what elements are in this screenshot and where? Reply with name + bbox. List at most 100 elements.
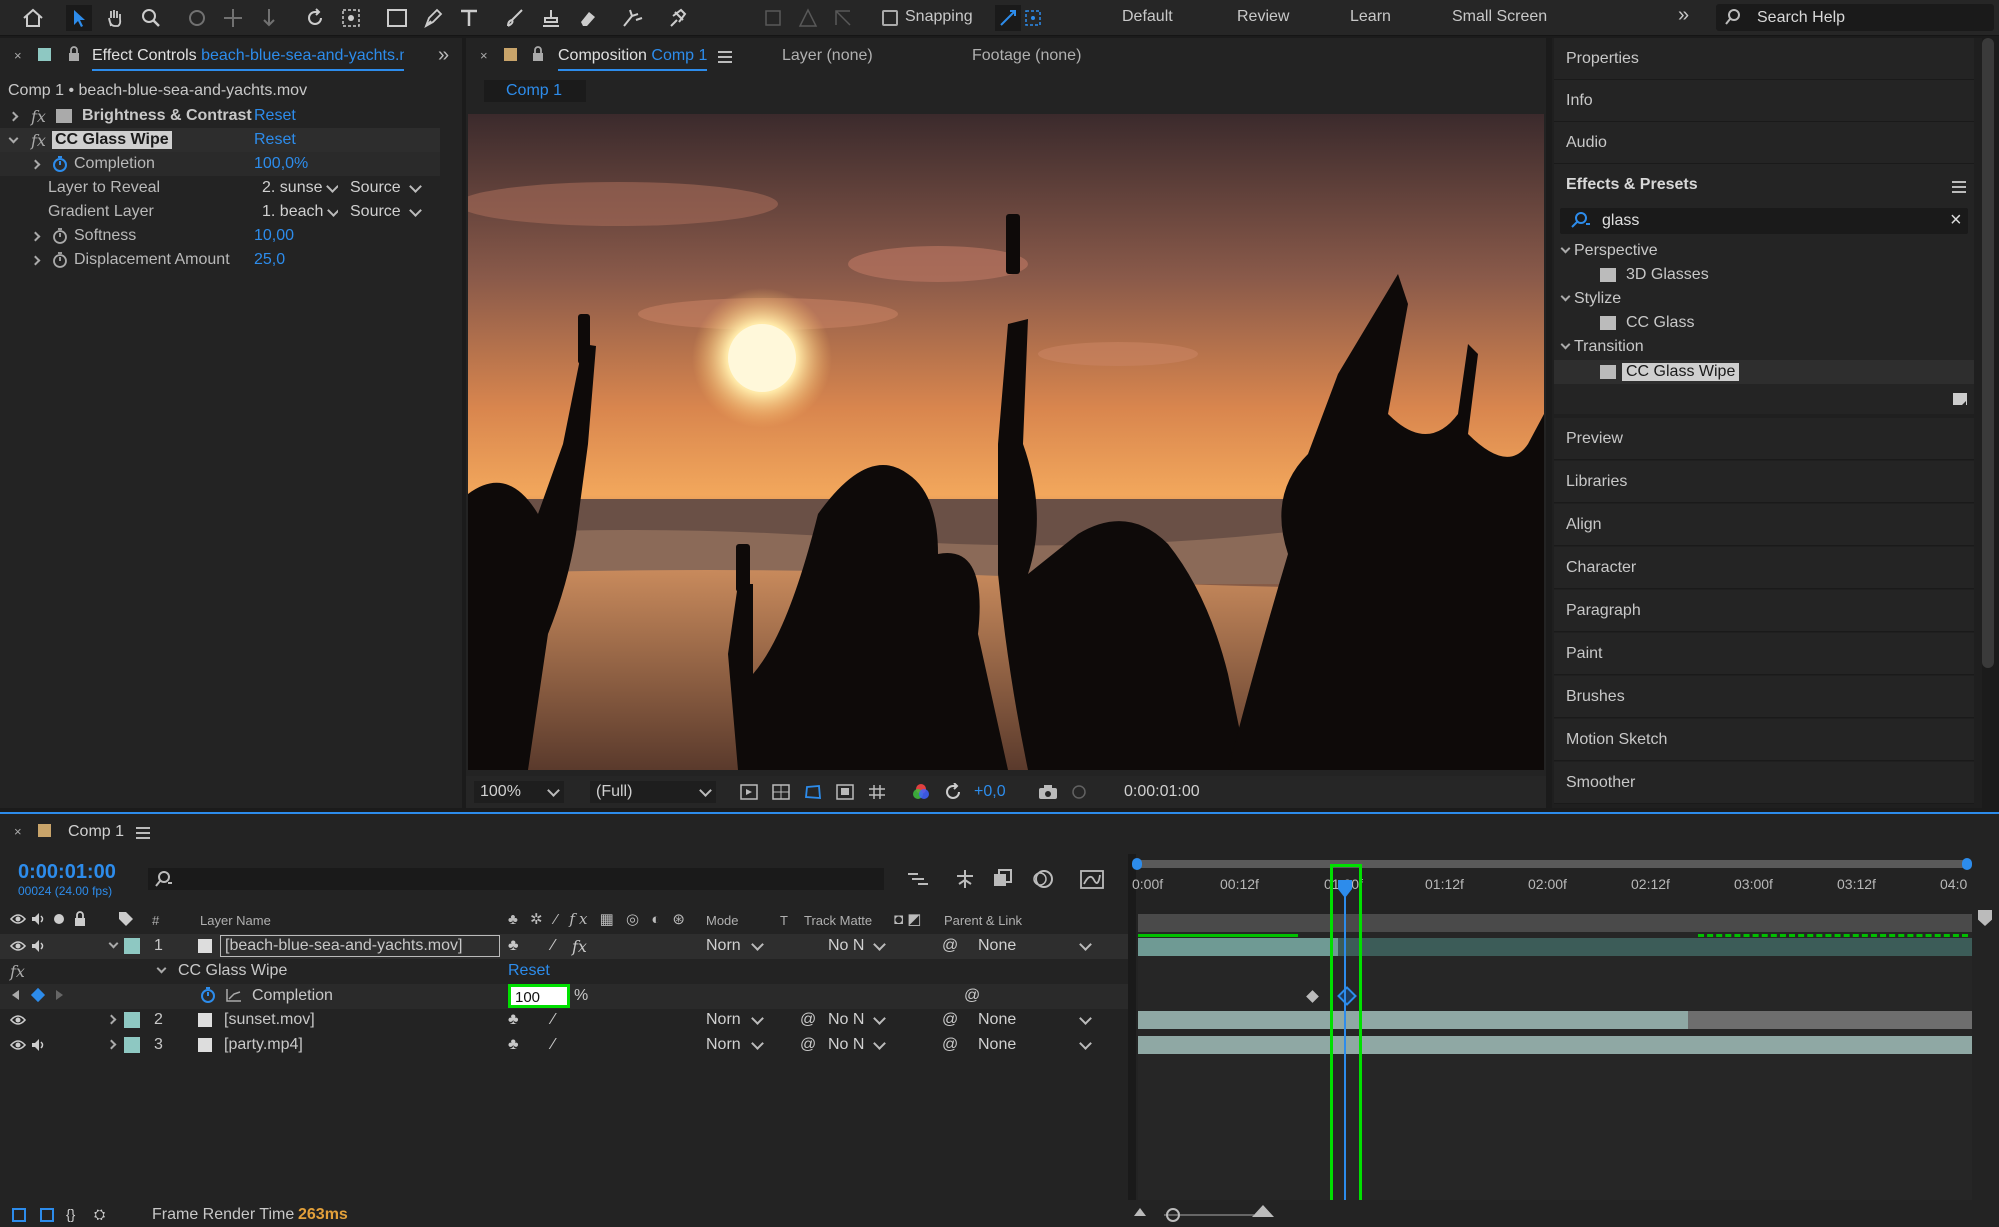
workspace-small-screen[interactable]: Small Screen [1452,8,1547,26]
dolly-tool-icon[interactable] [256,5,282,31]
shy-switch-icon[interactable]: ♣ [508,1011,519,1029]
transparency-grid-icon[interactable] [772,784,790,805]
snap-edges-icon[interactable] [995,5,1021,31]
info-panel-tab[interactable]: Info [1554,80,1974,122]
close-icon[interactable]: × [14,824,22,839]
paint-panel-tab[interactable]: Paint [1554,633,1974,675]
clone-stamp-tool-icon[interactable] [538,5,564,31]
layer-mode-dropdown[interactable]: Norn [704,1009,766,1031]
timeline-tab[interactable]: Comp 1 [68,823,124,841]
rectangle-tool-icon[interactable] [384,5,410,31]
chevron-right-icon[interactable] [30,159,41,169]
folder-transition[interactable]: Transition [1560,338,1644,356]
zoom-tool-icon[interactable] [138,5,164,31]
color-channel-icon[interactable] [912,783,930,806]
exposure-value[interactable]: +0,0 [974,783,1006,801]
layer-to-reveal-source-dropdown[interactable]: Source [344,177,426,199]
solo-icon[interactable] [54,914,64,924]
chevron-right-icon[interactable] [30,255,41,265]
track-bar-layer-2[interactable] [1138,1011,1688,1029]
align-panel-tab[interactable]: Align [1554,504,1974,546]
workspace-learn[interactable]: Learn [1350,8,1391,26]
home-icon[interactable] [20,5,46,31]
graph-icon[interactable] [226,988,242,1007]
in-out-toggle-icon[interactable]: {} [66,1206,75,1222]
pen-tool-icon[interactable] [420,5,446,31]
pickwhip-icon[interactable]: @ [942,1011,958,1029]
effect-cc-glass-wipe[interactable]: fx CC Glass Wipe Reset [0,128,440,152]
layer-name[interactable]: [sunset.mov] [224,1011,315,1029]
stopwatch-icon[interactable] [200,987,216,1008]
timeline-current-time[interactable]: 0:00:01:00 [18,861,116,884]
audio-icon[interactable] [30,939,46,958]
time-ruler[interactable]: 0:00f 00:12f 01:12f 02:00f 02:12f 03:00f… [1132,854,1972,914]
completion-property-row[interactable]: Completion 100 % @ [0,984,1128,1009]
workspace-overflow-button[interactable]: » [1678,4,1689,27]
panel-overflow-icon[interactable]: » [438,44,449,67]
layer-name[interactable]: [beach-blue-sea-and-yachts.mov] [220,935,500,957]
lock-icon[interactable] [74,911,86,930]
eraser-tool-icon[interactable] [574,5,600,31]
workspace-review[interactable]: Review [1237,8,1289,26]
anchor-point-tool-icon[interactable] [338,5,364,31]
effect-switch-icon[interactable]: fx [572,937,587,956]
next-keyframe-icon[interactable] [56,990,63,1000]
keyframe[interactable] [1306,990,1319,1003]
roto-brush-tool-icon[interactable] [620,5,646,31]
libraries-panel-tab[interactable]: Libraries [1554,461,1974,503]
snap-points-icon[interactable] [1020,5,1046,31]
work-area-range[interactable] [1138,914,1972,932]
smoother-panel-tab[interactable]: Smoother [1554,762,1974,804]
parent-dropdown[interactable]: None [972,935,1096,957]
motion-blur-icon[interactable] [1032,868,1054,895]
stopwatch-icon[interactable] [52,156,68,177]
clear-search-icon[interactable]: × [1950,209,1962,232]
stopwatch-icon[interactable] [52,228,68,249]
composition-flowchart-icon[interactable] [906,870,930,893]
transfer-controls-toggle-icon[interactable] [40,1208,54,1222]
character-panel-tab[interactable]: Character [1554,547,1974,589]
footage-tab[interactable]: Footage (none) [972,47,1081,65]
timeline-search-input[interactable] [148,868,884,890]
track-matte-dropdown[interactable]: No N [826,935,888,957]
work-area-bar[interactable] [1136,860,1972,868]
comp-subtab[interactable]: Comp 1 [484,80,587,102]
reset-link[interactable]: Reset [254,107,296,125]
frame-blending-icon[interactable] [992,868,1014,895]
close-icon[interactable]: × [480,48,488,63]
chevron-right-icon[interactable] [106,1014,117,1025]
work-area-end-handle[interactable] [1962,858,1972,870]
gradient-layer-dropdown[interactable]: 1. beach [256,201,338,223]
eye-icon[interactable] [9,939,27,958]
add-keyframe-icon[interactable] [30,987,46,1003]
align-tool-icon-2[interactable] [795,5,821,31]
parent-dropdown[interactable]: None [972,1034,1096,1056]
layer-mode-dropdown[interactable]: Norn [704,1034,766,1056]
quality-switch-icon[interactable]: ⁄ [552,937,555,955]
composition-tab[interactable]: Composition Comp 1 [558,47,708,71]
chevron-down-icon[interactable] [8,133,19,143]
selection-tool-icon[interactable] [66,5,92,31]
workspace-default[interactable]: Default [1122,8,1173,26]
brush-tool-icon[interactable] [502,5,528,31]
chevron-right-icon[interactable] [8,111,19,121]
show-snapshot-icon[interactable] [1070,784,1088,805]
hand-tool-icon[interactable] [102,5,128,31]
grid-guides-icon[interactable] [868,784,886,805]
close-icon[interactable]: × [14,48,22,63]
label-color-swatch[interactable] [124,938,140,954]
layer-to-reveal-dropdown[interactable]: 2. sunse [256,177,338,199]
chevron-down-icon[interactable] [108,938,119,949]
right-scrollbar[interactable] [1982,38,1994,668]
stopwatch-icon[interactable] [52,252,68,273]
shy-switch-icon[interactable]: ♣ [508,1036,519,1054]
lock-icon[interactable] [68,46,80,67]
zoom-slider-thumb[interactable] [1166,1208,1180,1222]
resolution-dropdown[interactable]: (Full) [590,781,716,803]
folder-stylize[interactable]: Stylize [1560,290,1621,308]
comp-marker-icon[interactable] [1978,910,1992,926]
softness-value[interactable]: 10,00 [254,227,294,245]
parent-dropdown[interactable]: None [972,1009,1096,1031]
effect-item-cc-glass-wipe[interactable]: CC Glass Wipe [1554,360,1974,384]
mask-visibility-icon[interactable] [804,784,822,805]
